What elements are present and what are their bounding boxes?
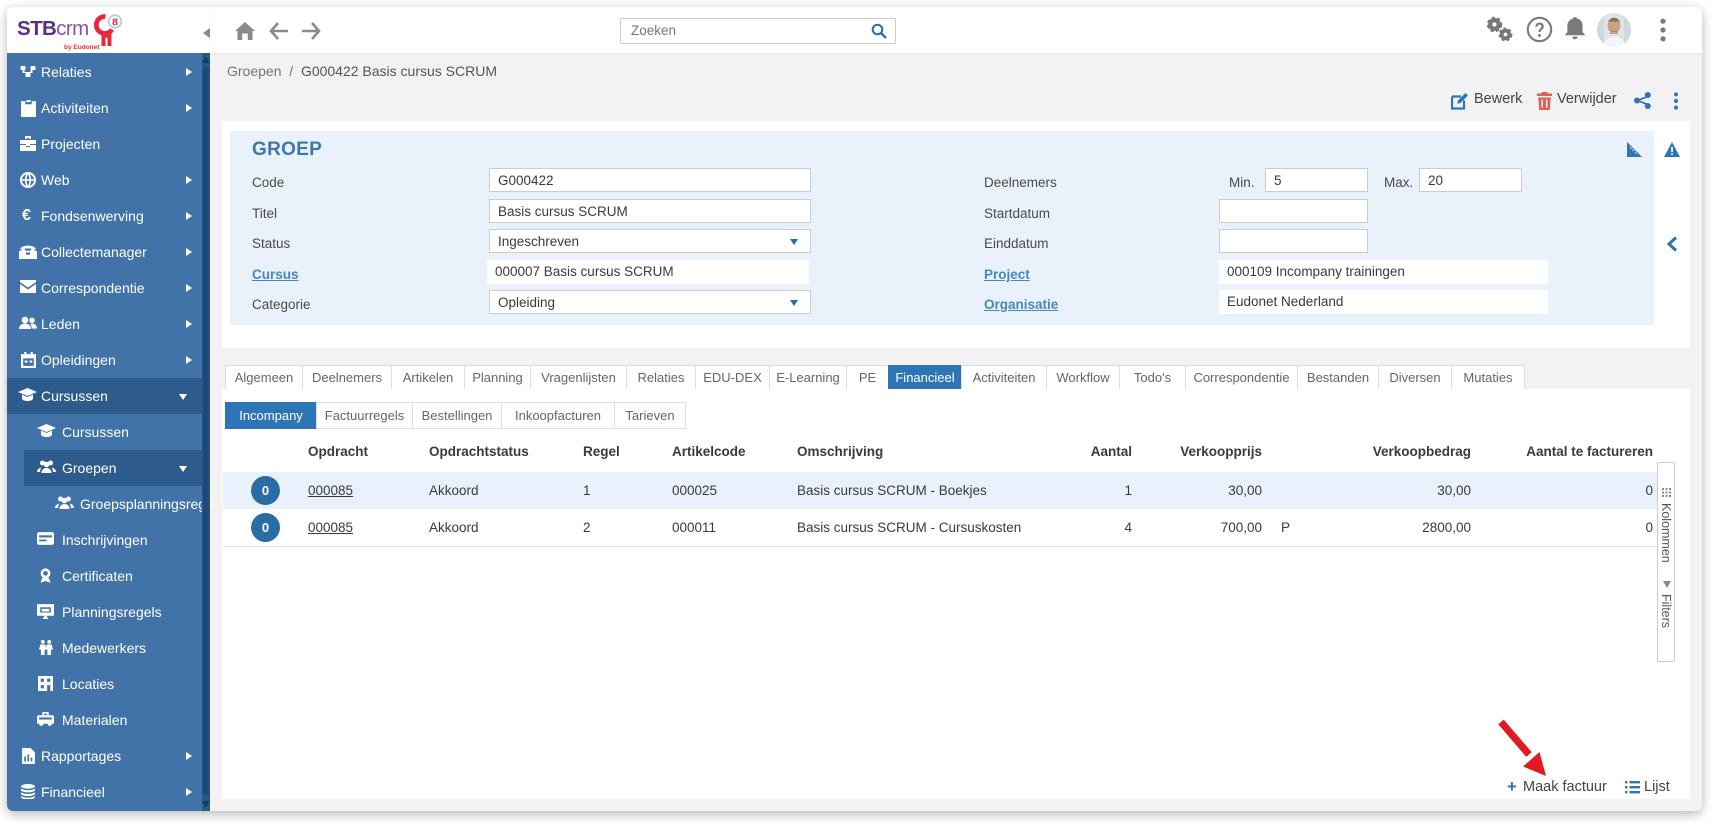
svg-text:8: 8 (112, 16, 118, 28)
